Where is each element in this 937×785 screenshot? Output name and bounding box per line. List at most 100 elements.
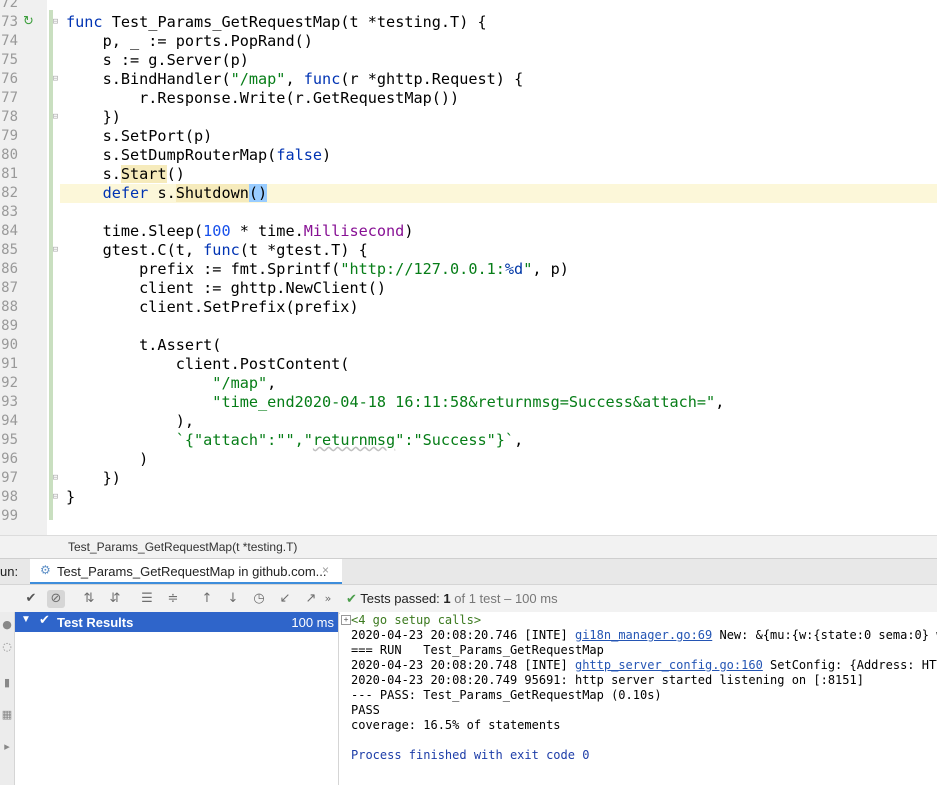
fold-marker-icon[interactable]: ⊟ xyxy=(51,112,60,122)
string-literal: "time_end2020-04-18 16:11:58&returnmsg=S… xyxy=(66,393,716,411)
line-number: 90 xyxy=(1,337,18,353)
code-text: time.Sleep( xyxy=(66,222,204,240)
code-line: }) xyxy=(66,108,121,126)
code-line: p, _ := ports.PopRand() xyxy=(66,32,313,50)
highlighted-identifier: Shutdown xyxy=(175,184,249,202)
code-text: , xyxy=(715,393,725,411)
run-test-gutter-icon[interactable]: ↻ xyxy=(23,14,39,30)
code-text: s.BindHandler( xyxy=(66,70,231,88)
code-line: s.SetPort(p) xyxy=(66,127,213,145)
code-text: , xyxy=(285,70,304,88)
source-link[interactable]: gi18n_manager.go:69 xyxy=(575,628,712,642)
fold-marker-icon[interactable]: ⊟ xyxy=(51,17,60,27)
more-actions-icon[interactable]: » xyxy=(322,590,334,608)
settings-icon[interactable]: ▸ xyxy=(0,740,14,753)
test-results-tree[interactable]: ▼ ✔ Test Results 100 ms xyxy=(15,612,339,785)
expand-all-icon[interactable]: ☰ xyxy=(138,590,156,608)
passed-check-icon: ✔ xyxy=(346,592,357,607)
code-text: ) xyxy=(322,146,332,164)
code-line: ), xyxy=(66,412,195,430)
line-number: 78 xyxy=(1,109,18,125)
fold-marker-icon[interactable]: ⊟ xyxy=(51,492,60,502)
line-number: 75 xyxy=(1,52,18,68)
breadcrumb-item[interactable]: Test_Params_GetRequestMap(t *testing.T) xyxy=(68,536,297,558)
previous-failed-icon[interactable]: ↑ xyxy=(198,590,216,608)
code-text: (t *gtest.T) { xyxy=(239,241,368,259)
code-line: defer s.Shutdown() xyxy=(66,184,268,203)
line-number: 72 xyxy=(1,0,18,11)
sort-alphabetically-icon[interactable]: ⇅ xyxy=(80,590,98,608)
line-number: 79 xyxy=(1,128,18,144)
tree-row-test-results[interactable]: ▼ ✔ Test Results 100 ms xyxy=(15,612,338,632)
stop-icon[interactable]: ◌ xyxy=(0,640,14,653)
console-line: 2020-04-23 20:08:20.748 [INTE] ghttp_ser… xyxy=(351,658,937,673)
line-number: 97 xyxy=(1,470,18,486)
show-ignored-icon[interactable]: ⊘ xyxy=(47,590,65,608)
source-link[interactable]: ghttp_server_config.go:160 xyxy=(575,658,763,672)
code-text: , xyxy=(267,374,277,392)
export-tests-icon[interactable]: ↗ xyxy=(302,590,320,608)
chevron-down-icon[interactable]: ▼ xyxy=(21,614,31,625)
line-number: 83 xyxy=(1,204,18,220)
run-label: un: xyxy=(0,564,19,579)
fold-marker-icon[interactable]: ⊟ xyxy=(51,74,60,84)
layout-icon[interactable]: ▦ xyxy=(0,708,14,721)
line-number: 85 xyxy=(1,242,18,258)
code-line: s := g.Server(p) xyxy=(66,51,249,69)
pin-icon[interactable]: ▮ xyxy=(0,676,14,689)
fold-marker-icon[interactable]: ⊟ xyxy=(51,245,60,255)
go-test-icon: ⚙ xyxy=(40,563,51,577)
code-text: ) xyxy=(404,222,414,240)
run-side-toolbar: ● ◌ ▮ ▦ ▸ xyxy=(0,612,15,785)
string-literal: "/map" xyxy=(230,70,286,88)
code-text: (r *ghttp.Request) { xyxy=(340,70,524,88)
code-line: s.Start() xyxy=(66,165,185,184)
keyword: defer xyxy=(102,184,149,202)
line-number: 81 xyxy=(1,166,18,182)
format-verb: %d xyxy=(504,260,524,278)
collapse-all-icon[interactable]: ≑ xyxy=(164,590,182,608)
code-line: client.SetPrefix(prefix) xyxy=(66,298,359,316)
line-number: 94 xyxy=(1,413,18,429)
tab-label: Test_Params_GetRequestMap in github.com.… xyxy=(57,564,327,579)
next-failed-icon[interactable]: ↓ xyxy=(224,590,242,608)
code-line: }) xyxy=(66,469,121,487)
line-number: 93 xyxy=(1,394,18,410)
code-text: , p) xyxy=(532,260,569,278)
tab-run-configuration[interactable]: ⚙ Test_Params_GetRequestMap in github.co… xyxy=(30,559,342,585)
console-text: New: &{mu:{w:{state:0 sema:0} writerSem:… xyxy=(719,628,937,642)
line-number: 74 xyxy=(1,33,18,49)
fold-marker-icon[interactable]: ⊟ xyxy=(51,473,60,483)
show-passed-icon[interactable]: ✔ xyxy=(22,590,40,608)
breadcrumb[interactable]: Test_Params_GetRequestMap(t *testing.T) xyxy=(0,535,937,558)
keyword: func xyxy=(303,70,341,88)
code-line: `{"attach":"","returnmsg":"Success"}`, xyxy=(66,431,523,450)
expand-icon[interactable]: + xyxy=(341,615,351,625)
code-line: s.BindHandler("/map", func(r *ghttp.Requ… xyxy=(66,70,524,89)
sort-by-duration-icon[interactable]: ⇵ xyxy=(106,590,124,608)
line-number: 77 xyxy=(1,90,18,106)
test-history-icon[interactable]: ◷ xyxy=(250,590,268,608)
rerun-icon[interactable]: ● xyxy=(0,618,14,631)
passed-count: 1 xyxy=(443,591,451,606)
function-name: Test_Params_GetRequestMap xyxy=(111,13,341,31)
line-number: 91 xyxy=(1,356,18,372)
line-number: 99 xyxy=(1,508,18,524)
console-line: PASS xyxy=(351,703,380,717)
code-line: func Test_Params_GetRequestMap(t *testin… xyxy=(66,13,487,32)
code-editor[interactable]: 72 73 74 75 76 77 78 79 80 81 82 83 84 8… xyxy=(0,0,937,535)
code-line: client.PostContent( xyxy=(66,355,350,373)
line-number: 95 xyxy=(1,432,18,448)
import-tests-icon[interactable]: ↙ xyxy=(276,590,294,608)
close-icon[interactable]: × xyxy=(322,563,329,577)
code-line: client := ghttp.NewClient() xyxy=(66,279,387,297)
line-number: 73 xyxy=(1,14,18,30)
line-number: 76 xyxy=(1,71,18,87)
status-prefix: Tests passed: xyxy=(360,591,444,606)
console-output[interactable]: + <4 go setup calls> 2020-04-23 20:08:20… xyxy=(340,612,937,785)
line-number: 87 xyxy=(1,280,18,296)
string-literal: "/map" xyxy=(66,374,268,392)
matched-paren: () xyxy=(248,184,268,202)
code-line: "/map", xyxy=(66,374,276,393)
